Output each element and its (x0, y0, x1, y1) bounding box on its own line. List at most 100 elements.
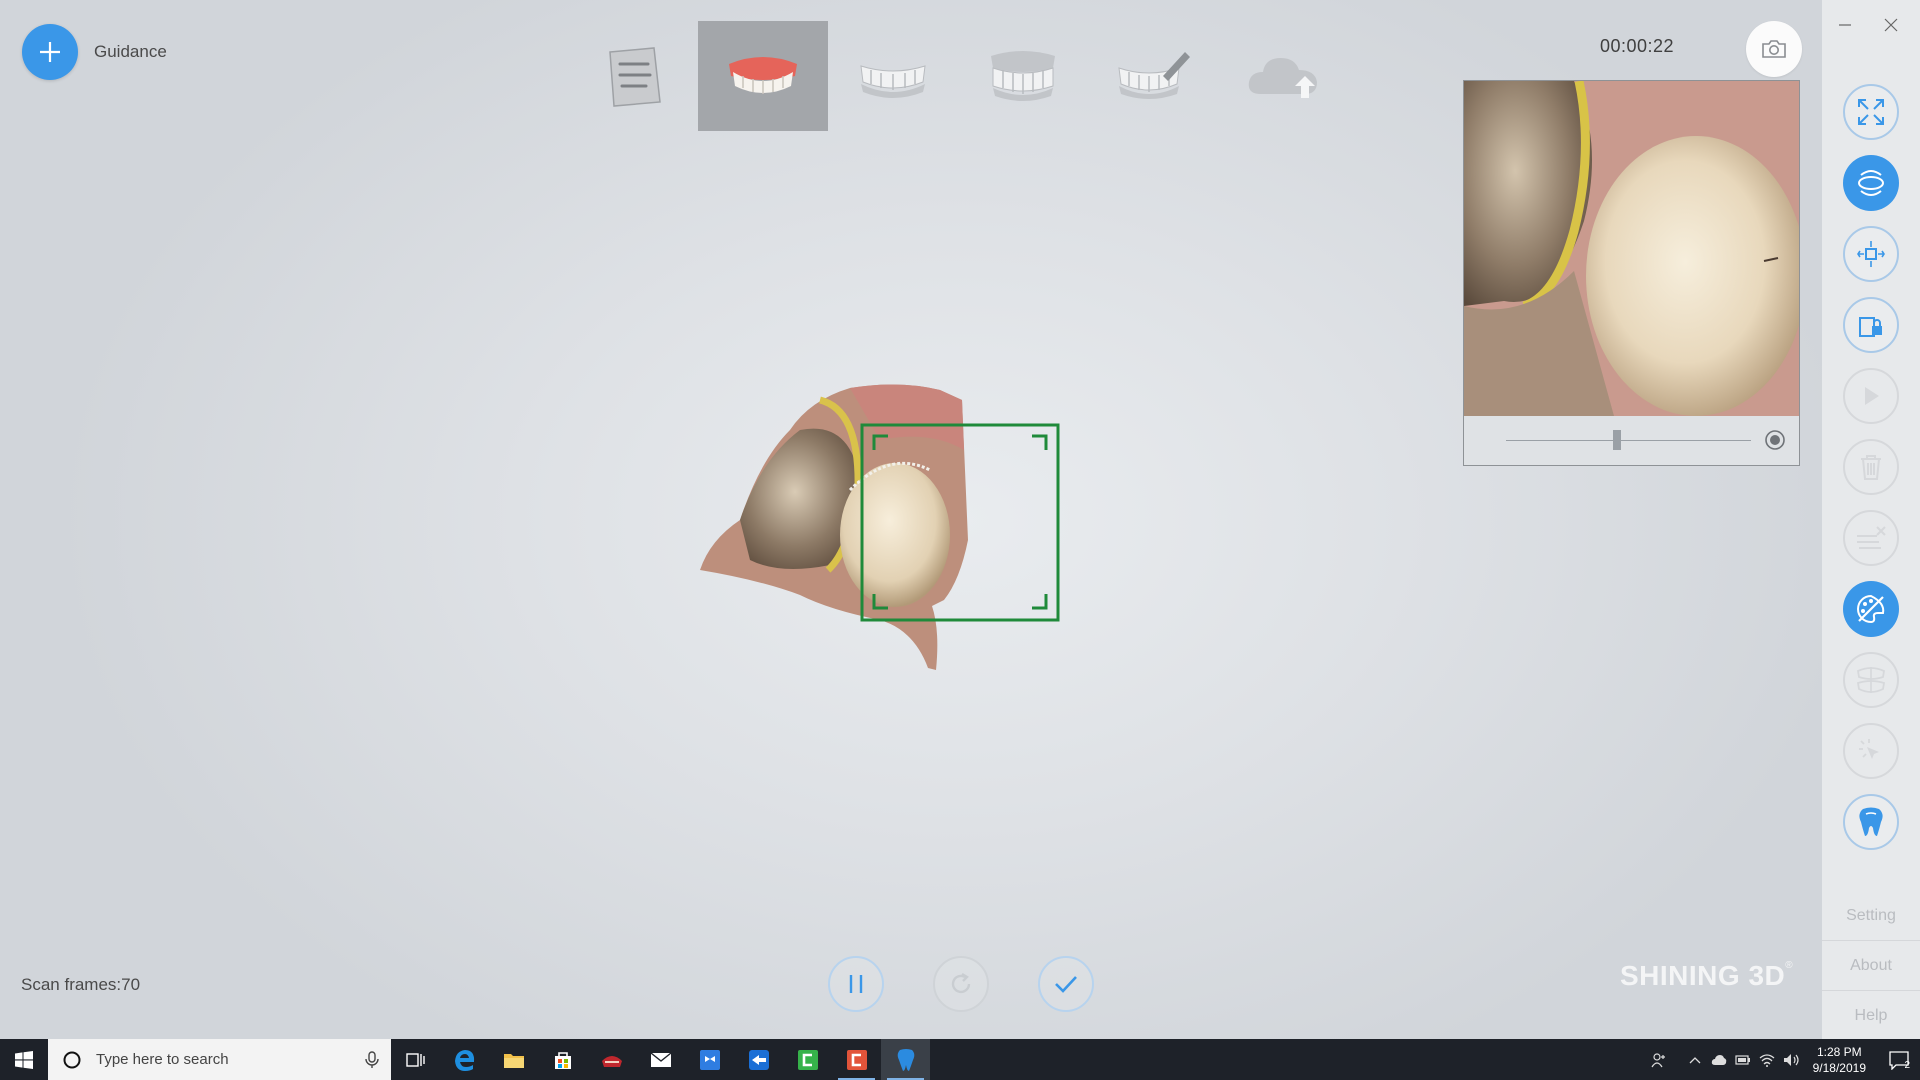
onedrive-button[interactable] (1707, 1039, 1731, 1080)
camtasia-icon (797, 1049, 818, 1070)
texture-toggle-button[interactable] (1843, 581, 1899, 637)
taskbar-file-explorer[interactable] (489, 1039, 538, 1080)
fit-view-button[interactable] (1843, 84, 1899, 140)
battery-button[interactable] (1731, 1039, 1755, 1080)
texture-toggle-icon (1857, 594, 1885, 624)
confirm-button[interactable] (1038, 956, 1094, 1012)
order-info-icon (609, 47, 661, 107)
clear-data-icon (1857, 526, 1886, 549)
tooth-icon (1859, 807, 1883, 836)
store-icon (554, 1051, 571, 1069)
select-region-button[interactable] (1843, 723, 1899, 779)
lock-region-icon (1859, 317, 1882, 337)
file-explorer-icon (503, 1053, 524, 1068)
align-view-icon (1857, 241, 1885, 267)
taskbar-task-view[interactable] (391, 1039, 440, 1080)
clear-data-button[interactable] (1843, 510, 1899, 566)
lower-jaw-scan-icon (860, 65, 926, 98)
delete-button[interactable] (1843, 439, 1899, 495)
align-view-button[interactable] (1843, 226, 1899, 282)
taskbar-camtasia[interactable] (783, 1039, 832, 1080)
delete-icon (1861, 455, 1881, 480)
lock-region-button[interactable] (1843, 297, 1899, 353)
play-button[interactable] (1843, 368, 1899, 424)
taskbar-teamviewer[interactable] (734, 1039, 783, 1080)
about-link[interactable]: About (1822, 957, 1920, 975)
slider-thumb[interactable] (1613, 430, 1621, 450)
taskbar-scanner-app[interactable] (881, 1039, 930, 1080)
volume-icon (1783, 1053, 1799, 1066)
snapshot-button[interactable] (1746, 21, 1802, 77)
step-lower-jaw[interactable] (828, 21, 958, 131)
edit-scan-icon (1118, 52, 1190, 99)
action-center-button[interactable]: 2 (1878, 1039, 1920, 1080)
people-icon (1651, 1052, 1665, 1067)
scan-model-view[interactable] (700, 370, 1080, 715)
cortana-icon (63, 1051, 81, 1068)
right-toolbar: Setting About Help (1822, 0, 1920, 1039)
scan-frames-counter: Scan frames:70 (21, 975, 141, 994)
workflow-steps (568, 21, 1348, 131)
select-region-icon (1859, 739, 1879, 759)
system-tray: 1:28 PM 9/18/2019 2 (1647, 1039, 1920, 1080)
taskbar-recorder[interactable] (832, 1039, 881, 1080)
tooth-button[interactable] (1843, 794, 1899, 850)
jaw-align-button[interactable] (1843, 652, 1899, 708)
volume-button[interactable] (1779, 1039, 1803, 1080)
windows-taskbar: Type here to search 1:28 PM 9/18/2019 2 (0, 1039, 1920, 1080)
teamviewer-icon (748, 1049, 769, 1070)
setting-link[interactable]: Setting (1822, 907, 1920, 925)
people-button[interactable] (1647, 1039, 1671, 1080)
play-icon (1865, 387, 1879, 405)
refresh-icon (951, 972, 971, 994)
step-edit[interactable] (1088, 21, 1218, 131)
taskbar-dropbox[interactable] (685, 1039, 734, 1080)
scan-timer: 00:00:22 (1600, 36, 1675, 56)
zoom-slider[interactable] (1464, 416, 1799, 465)
recorder-icon (846, 1049, 867, 1070)
microphone-icon[interactable] (365, 1050, 379, 1069)
mail-icon (650, 1051, 671, 1067)
taskbar-clock[interactable]: 1:28 PM 9/18/2019 (1813, 1044, 1866, 1076)
start-button[interactable] (0, 1039, 48, 1080)
slider-track (1506, 440, 1751, 441)
live-camera-image (1464, 81, 1799, 416)
rescan-button[interactable] (933, 956, 989, 1012)
wifi-icon (1759, 1053, 1775, 1067)
taskbar-red-app[interactable] (587, 1039, 636, 1080)
clock-date: 9/18/2019 (1812, 1060, 1866, 1075)
notification-count: 2 (1904, 1060, 1910, 1071)
step-order-info[interactable] (568, 21, 698, 131)
help-link[interactable]: Help (1822, 1007, 1920, 1025)
step-upper-jaw[interactable] (698, 21, 828, 131)
camera-icon (1762, 40, 1786, 58)
close-button[interactable] (1884, 18, 1898, 37)
guidance-label: Guidance (94, 42, 167, 61)
rotate-view-icon (1858, 170, 1884, 196)
close-icon (1884, 18, 1898, 32)
jaw-align-icon (1856, 667, 1886, 693)
clock-time: 1:28 PM (1816, 1044, 1862, 1059)
taskbar-edge[interactable] (440, 1039, 489, 1080)
rotate-view-button[interactable] (1843, 155, 1899, 211)
guidance-button[interactable] (22, 24, 78, 80)
taskbar-store[interactable] (538, 1039, 587, 1080)
step-bite[interactable] (958, 21, 1088, 131)
step-upload[interactable] (1218, 21, 1348, 131)
taskbar-mail[interactable] (636, 1039, 685, 1080)
chevron-up-icon (1689, 1056, 1701, 1063)
wifi-button[interactable] (1755, 1039, 1779, 1080)
upper-jaw-scan-icon (729, 57, 797, 94)
sidebar-divider (1822, 990, 1920, 991)
pause-button[interactable] (828, 956, 884, 1012)
windows-icon (15, 1050, 33, 1069)
checkmark-icon (1055, 976, 1077, 993)
brand-name: SHINING 3D (1620, 960, 1786, 991)
taskbar-search[interactable]: Type here to search (48, 1039, 391, 1080)
tray-expand-button[interactable] (1683, 1039, 1707, 1080)
brand-logo: SHINING 3D® (1620, 960, 1793, 992)
minimize-button[interactable] (1838, 18, 1852, 37)
scan-model-image (700, 384, 1060, 670)
pause-icon (849, 975, 863, 993)
reset-icon[interactable] (1764, 429, 1786, 451)
